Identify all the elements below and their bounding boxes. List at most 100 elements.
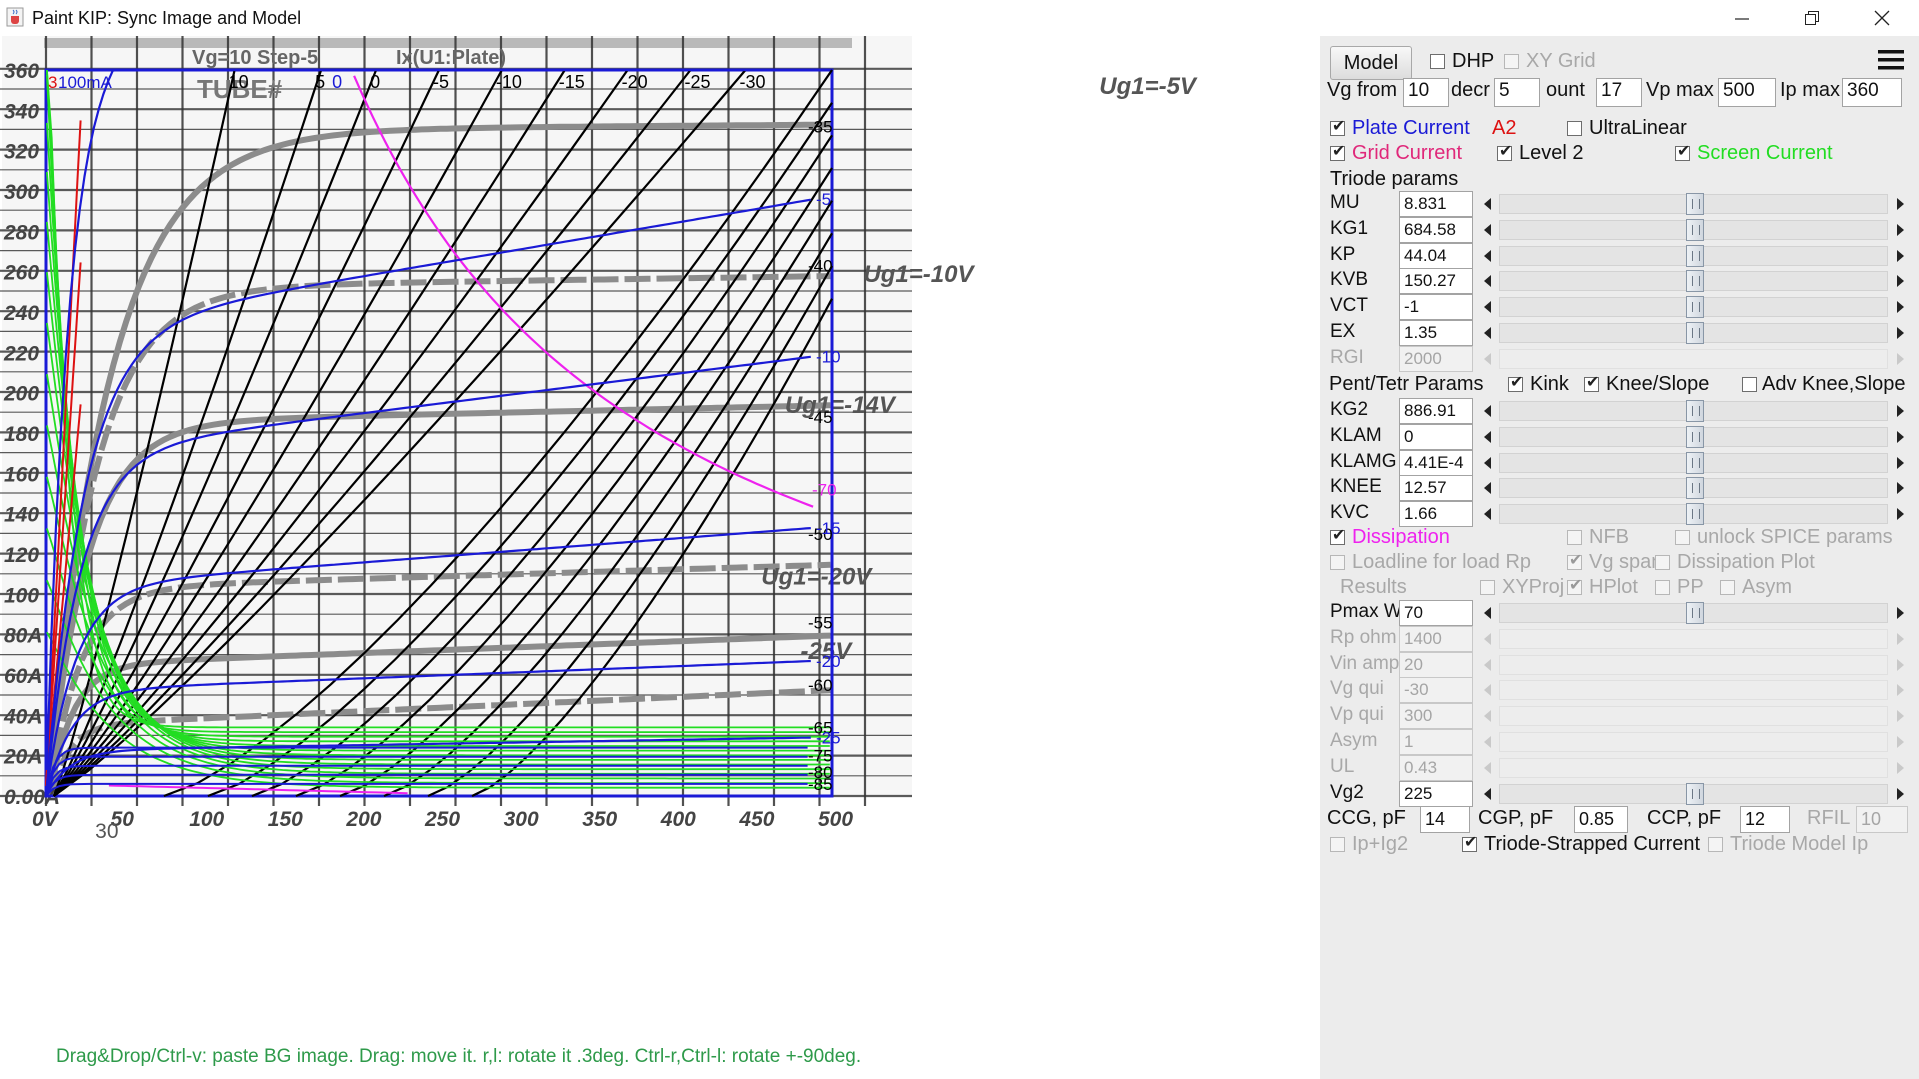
scroll-left-icon[interactable] <box>1477 320 1497 346</box>
param-field-vin-ampl[interactable]: 20 <box>1399 651 1473 678</box>
scroll-right-icon[interactable] <box>1890 475 1910 501</box>
param-field-knee[interactable]: 12.57 <box>1399 475 1473 502</box>
slider-thumb[interactable] <box>1686 451 1704 474</box>
slider-thumb[interactable] <box>1686 602 1704 624</box>
param-slider-kvb[interactable] <box>1477 268 1910 294</box>
scroll-left-icon[interactable] <box>1477 677 1497 703</box>
param-slider-rgi[interactable] <box>1477 346 1910 372</box>
param-field-kvc[interactable]: 1.66 <box>1399 501 1473 528</box>
param-field-vg-qui[interactable]: -30 <box>1399 677 1473 704</box>
slider-thumb[interactable] <box>1686 477 1704 500</box>
triode-model-ip-checkbox[interactable] <box>1708 837 1723 852</box>
scroll-right-icon[interactable] <box>1890 243 1910 269</box>
scroll-left-icon[interactable] <box>1477 424 1497 450</box>
pp-checkbox[interactable] <box>1655 580 1670 595</box>
unlock-spice-checkbox[interactable] <box>1675 530 1690 545</box>
ip-max-field[interactable]: 360 <box>1842 78 1902 107</box>
grid-current-checkbox[interactable]: ✔ <box>1330 143 1345 161</box>
scroll-right-icon[interactable] <box>1890 450 1910 476</box>
param-field-rp-ohm[interactable]: 1400 <box>1399 625 1473 652</box>
scroll-left-icon[interactable] <box>1477 268 1497 294</box>
plot-area[interactable]: 360 340 320 300 280 260 240 220 200 180 160 140 120 1… <box>0 36 1320 1079</box>
param-slider-klam[interactable] <box>1477 424 1910 450</box>
slider-thumb[interactable] <box>1686 503 1704 526</box>
scroll-left-icon[interactable] <box>1477 626 1497 652</box>
loadline-checkbox[interactable] <box>1330 555 1345 570</box>
triode-strapped-checkbox[interactable]: ✔ <box>1462 834 1477 852</box>
nfb-checkbox[interactable] <box>1567 530 1582 545</box>
ccp-field[interactable]: 12 <box>1740 806 1790 833</box>
scroll-left-icon[interactable] <box>1477 652 1497 678</box>
param-slider-ex[interactable] <box>1477 320 1910 346</box>
scroll-left-icon[interactable] <box>1477 729 1497 755</box>
scroll-right-icon[interactable] <box>1890 501 1910 527</box>
slider-track[interactable] <box>1499 348 1888 369</box>
scroll-left-icon[interactable] <box>1477 781 1497 807</box>
asym-checkbox[interactable] <box>1720 580 1735 595</box>
param-field-vg2[interactable]: 225 <box>1399 780 1473 807</box>
vp-max-field[interactable]: 500 <box>1718 78 1776 107</box>
count-field[interactable]: 17 <box>1596 78 1642 107</box>
rfil-field[interactable]: 10 <box>1856 806 1908 833</box>
param-slider-knee[interactable] <box>1477 475 1910 501</box>
scroll-right-icon[interactable] <box>1890 424 1910 450</box>
background-image[interactable]: 3603403203002802602402202001801601401201… <box>0 36 1198 843</box>
param-slider-pmax-w[interactable] <box>1477 600 1910 626</box>
param-field-rgi[interactable]: 2000 <box>1399 345 1473 372</box>
param-slider-vg-qui[interactable] <box>1477 677 1910 703</box>
param-field-kvb[interactable]: 150.27 <box>1399 268 1473 295</box>
adv-knee-slope-checkbox[interactable] <box>1742 377 1757 392</box>
param-slider-kg1[interactable] <box>1477 217 1910 243</box>
scroll-right-icon[interactable] <box>1890 398 1910 424</box>
decr-field[interactable]: 5 <box>1494 78 1540 107</box>
scroll-right-icon[interactable] <box>1890 626 1910 652</box>
scroll-right-icon[interactable] <box>1890 346 1910 372</box>
dissipation-plot-checkbox[interactable] <box>1655 555 1670 570</box>
slider-thumb[interactable] <box>1686 425 1704 448</box>
param-field-ul[interactable]: 0.43 <box>1399 754 1473 781</box>
param-slider-vin-ampl[interactable] <box>1477 652 1910 678</box>
cgp-field[interactable]: 0.85 <box>1574 806 1628 833</box>
hamburger-icon[interactable] <box>1876 46 1906 74</box>
param-field-vct[interactable]: -1 <box>1399 294 1473 321</box>
param-slider-asym[interactable] <box>1477 729 1910 755</box>
scroll-left-icon[interactable] <box>1477 703 1497 729</box>
scroll-right-icon[interactable] <box>1890 191 1910 217</box>
param-field-kp[interactable]: 44.04 <box>1399 242 1473 269</box>
ultralinear-checkbox[interactable] <box>1567 121 1582 136</box>
xyproj-checkbox[interactable] <box>1480 580 1495 595</box>
kink-checkbox[interactable]: ✔ <box>1508 374 1523 392</box>
slider-thumb[interactable] <box>1686 400 1704 422</box>
minimize-button[interactable] <box>1708 0 1776 36</box>
scroll-right-icon[interactable] <box>1890 320 1910 346</box>
slider-thumb[interactable] <box>1686 193 1704 215</box>
scroll-right-icon[interactable] <box>1890 703 1910 729</box>
scroll-right-icon[interactable] <box>1890 600 1910 626</box>
scroll-left-icon[interactable] <box>1477 398 1497 424</box>
param-field-kg1[interactable]: 684.58 <box>1399 216 1473 243</box>
scroll-left-icon[interactable] <box>1477 294 1497 320</box>
slider-thumb[interactable] <box>1686 322 1704 344</box>
param-field-asym[interactable]: 1 <box>1399 729 1473 755</box>
scroll-left-icon[interactable] <box>1477 191 1497 217</box>
scroll-right-icon[interactable] <box>1890 677 1910 703</box>
scroll-left-icon[interactable] <box>1477 755 1497 781</box>
level2-checkbox[interactable]: ✔ <box>1497 143 1512 161</box>
slider-thumb[interactable] <box>1686 244 1704 267</box>
model-button[interactable]: Model <box>1330 46 1412 80</box>
ccg-field[interactable]: 14 <box>1420 806 1470 833</box>
param-field-kg2[interactable]: 886.91 <box>1399 398 1473 424</box>
hplot-checkbox[interactable]: ✔ <box>1567 577 1582 595</box>
param-field-pmax-w[interactable]: 70 <box>1399 600 1473 626</box>
param-field-klamg[interactable]: 4.41E-4 <box>1399 449 1473 476</box>
slider-track[interactable] <box>1499 628 1888 649</box>
dissipation-checkbox[interactable]: ✔ <box>1330 527 1345 545</box>
vg-from-field[interactable]: 10 <box>1403 78 1449 107</box>
slider-thumb[interactable] <box>1686 218 1704 241</box>
param-field-klam[interactable]: 0 <box>1399 423 1473 450</box>
plot-canvas[interactable]: 3603403203002802602402202001801601401201… <box>0 36 1320 1079</box>
slider-track[interactable] <box>1499 706 1888 727</box>
param-slider-vg2[interactable] <box>1477 781 1910 807</box>
scroll-left-icon[interactable] <box>1477 501 1497 527</box>
slider-track[interactable] <box>1499 732 1888 752</box>
